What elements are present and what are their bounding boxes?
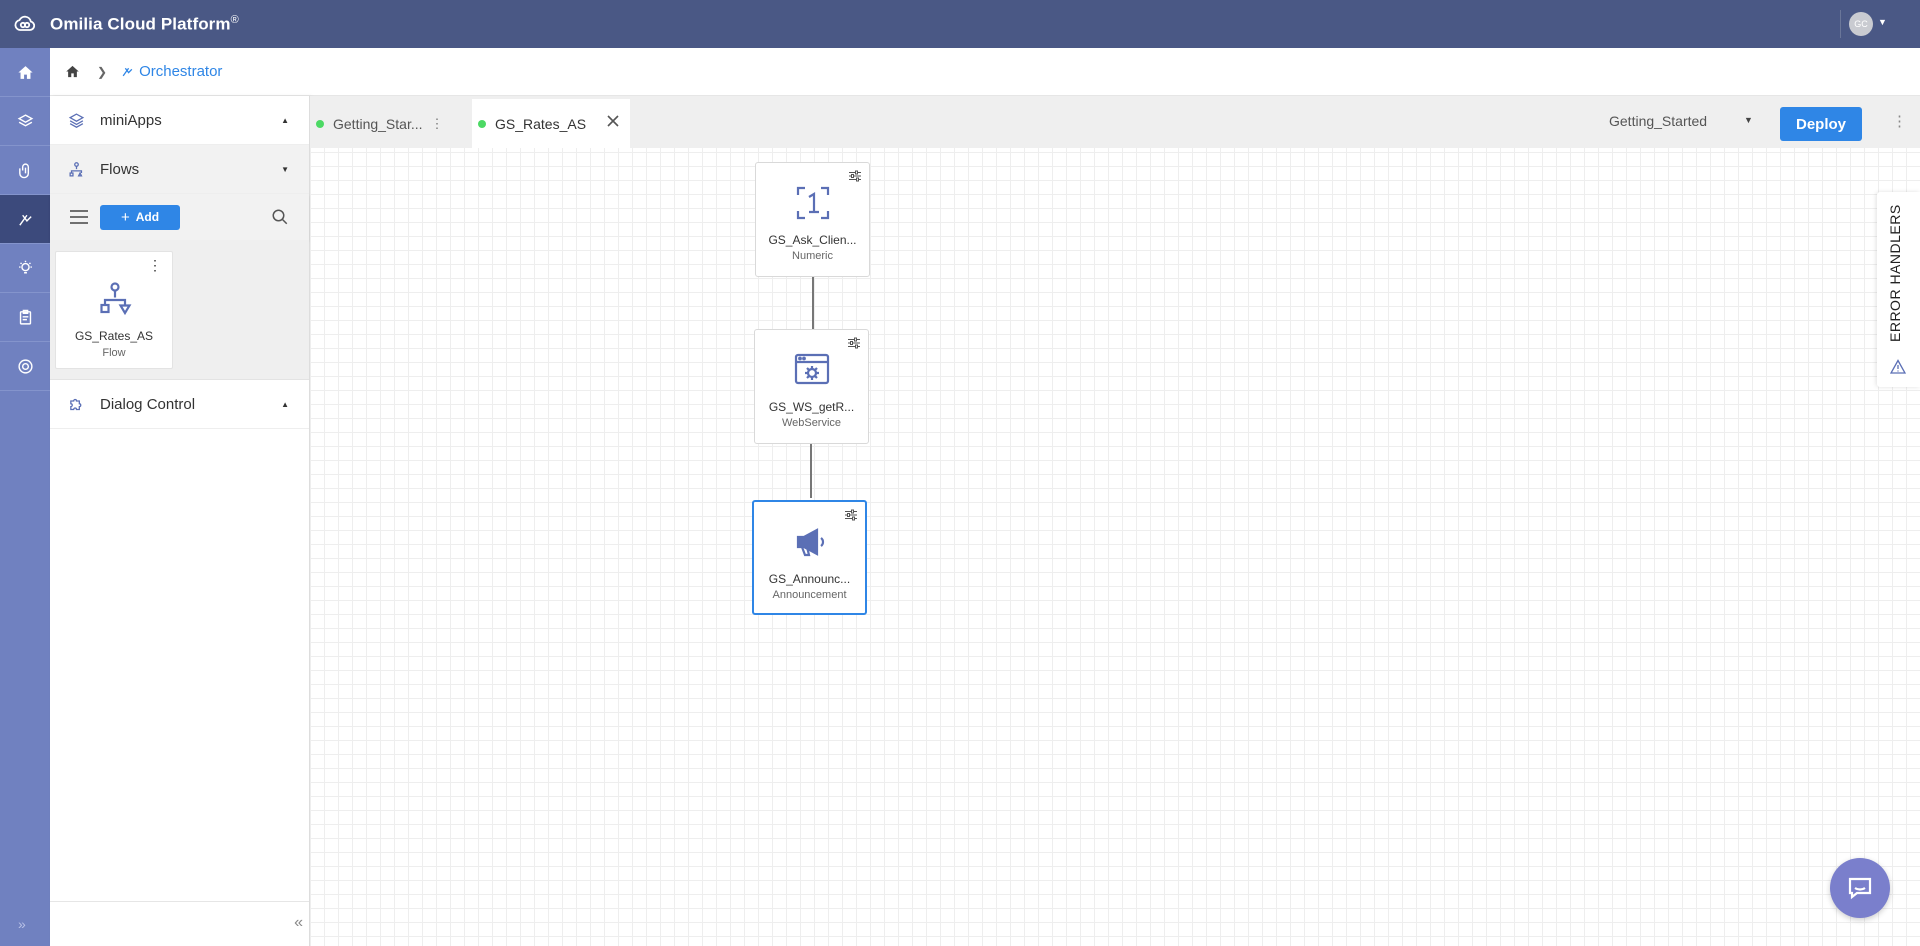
hamburger-menu-icon[interactable] xyxy=(70,210,88,224)
layers-icon xyxy=(17,113,33,127)
flow-canvas[interactable]: Getting_Star... ⋮ GS_Rates_AS Getting_St… xyxy=(310,96,1920,946)
warning-icon xyxy=(1890,359,1906,374)
user-menu-caret-icon[interactable]: ▼ xyxy=(1878,17,1887,27)
plus-icon: + xyxy=(120,208,130,226)
clipboard-icon xyxy=(19,309,31,325)
node-name: GS_Ask_Clien... xyxy=(768,233,857,247)
caret-up-icon[interactable]: ▲ xyxy=(281,400,289,409)
lifebuoy-icon xyxy=(17,358,33,374)
error-handlers-label: ERROR HANDLERS xyxy=(1887,204,1903,342)
settings-sliders-icon[interactable] xyxy=(845,509,857,521)
flow-node-numeric[interactable]: GS_Ask_Clien... Numeric xyxy=(755,162,870,277)
breadcrumb: ❯ Orchestrator xyxy=(50,48,1920,96)
section-label: Dialog Control xyxy=(100,395,196,413)
node-type: WebService xyxy=(781,417,842,429)
panel-footer: « xyxy=(50,901,309,946)
add-flow-button[interactable]: + Add xyxy=(100,204,180,230)
expand-rail-icon[interactable]: » xyxy=(18,916,26,932)
close-icon[interactable] xyxy=(606,114,620,128)
section-flows[interactable]: Flows ▼ xyxy=(50,145,309,194)
settings-sliders-icon[interactable] xyxy=(849,170,861,182)
environment-select[interactable]: Getting_Started xyxy=(1609,113,1707,129)
status-dot xyxy=(316,119,324,128)
user-avatar[interactable]: GC xyxy=(1849,12,1873,36)
flows-toolbar: + Add xyxy=(50,194,309,240)
chat-bubble-icon xyxy=(1848,877,1872,900)
rail-support[interactable] xyxy=(0,342,50,391)
numeric-icon xyxy=(796,186,830,220)
node-type: Announcement xyxy=(772,589,847,601)
left-nav-rail: » xyxy=(0,48,50,946)
section-label: Flows xyxy=(100,160,140,178)
chat-support-button[interactable] xyxy=(1830,858,1890,918)
rail-orchestrator[interactable] xyxy=(0,195,50,244)
caret-down-icon[interactable]: ▼ xyxy=(281,165,289,174)
header-divider xyxy=(1840,10,1841,38)
breadcrumb-home-icon[interactable] xyxy=(65,64,80,79)
rail-home[interactable] xyxy=(0,48,50,97)
orchestrator-crumb-icon xyxy=(122,67,133,77)
rail-clip[interactable] xyxy=(0,146,50,195)
side-panel: miniApps ▲ Flows ▼ + Add ⋮ GS_Rates_AS Fl… xyxy=(50,96,310,946)
megaphone-icon xyxy=(796,528,825,557)
node-type: Numeric xyxy=(792,250,833,262)
kebab-menu-icon[interactable]: ⋮ xyxy=(1892,112,1907,130)
rail-miniapps[interactable] xyxy=(0,97,50,146)
deploy-button[interactable]: Deploy xyxy=(1780,107,1862,141)
cloud-logo-icon[interactable] xyxy=(13,12,37,36)
section-miniapps[interactable]: miniApps ▲ xyxy=(50,96,309,145)
rail-insights[interactable] xyxy=(0,244,50,293)
layers-icon xyxy=(68,112,85,128)
tab-label: Getting_Star... xyxy=(333,115,423,132)
flow-card[interactable]: ⋮ GS_Rates_AS Flow xyxy=(55,251,173,369)
section-dialog-control[interactable]: Dialog Control ▲ xyxy=(50,380,309,429)
node-name: GS_Announc... xyxy=(768,572,851,586)
flow-icon xyxy=(100,282,132,316)
orchestrator-icon xyxy=(18,214,32,226)
search-icon[interactable] xyxy=(271,208,289,226)
collapse-panel-icon[interactable]: « xyxy=(294,914,303,932)
rail-reports[interactable] xyxy=(0,293,50,342)
flow-card-name: GS_Rates_AS xyxy=(74,329,154,343)
kebab-menu-icon[interactable]: ⋮ xyxy=(431,116,444,132)
node-name: GS_WS_getR... xyxy=(768,400,855,414)
caret-up-icon[interactable]: ▲ xyxy=(281,116,289,125)
dropdown-caret-icon[interactable]: ▼ xyxy=(1744,115,1753,125)
breadcrumb-current[interactable]: Orchestrator xyxy=(139,63,222,80)
brand-title: Omilia Cloud Platform® xyxy=(50,13,239,34)
top-header: Omilia Cloud Platform® GC ▼ xyxy=(0,0,1920,48)
node-connector xyxy=(810,444,812,498)
tab-gs-rates-as[interactable]: GS_Rates_AS xyxy=(472,99,630,148)
tab-label: GS_Rates_AS xyxy=(495,115,587,132)
home-icon xyxy=(17,65,33,79)
flow-icon xyxy=(69,161,83,177)
settings-sliders-icon[interactable] xyxy=(848,337,860,349)
tab-bar: Getting_Star... ⋮ GS_Rates_AS Getting_St… xyxy=(310,96,1920,148)
status-dot xyxy=(478,119,486,128)
error-handlers-tab[interactable]: ERROR HANDLERS xyxy=(1877,192,1920,387)
flow-node-webservice[interactable]: GS_WS_getR... WebService xyxy=(754,329,869,444)
webservice-gear-icon xyxy=(794,353,830,385)
paperclip-icon xyxy=(18,162,29,178)
flow-node-announcement[interactable]: GS_Announc... Announcement xyxy=(752,500,867,615)
chevron-right-icon: ❯ xyxy=(97,64,108,79)
node-connector xyxy=(812,277,814,329)
lightbulb-icon xyxy=(18,260,32,273)
puzzle-icon xyxy=(70,398,82,410)
kebab-menu-icon[interactable]: ⋮ xyxy=(148,258,162,272)
section-label: miniApps xyxy=(100,111,162,129)
flow-card-type: Flow xyxy=(102,347,126,359)
tab-getting-started[interactable]: Getting_Star... ⋮ xyxy=(316,99,456,148)
flows-list: ⋮ GS_Rates_AS Flow xyxy=(50,240,309,380)
